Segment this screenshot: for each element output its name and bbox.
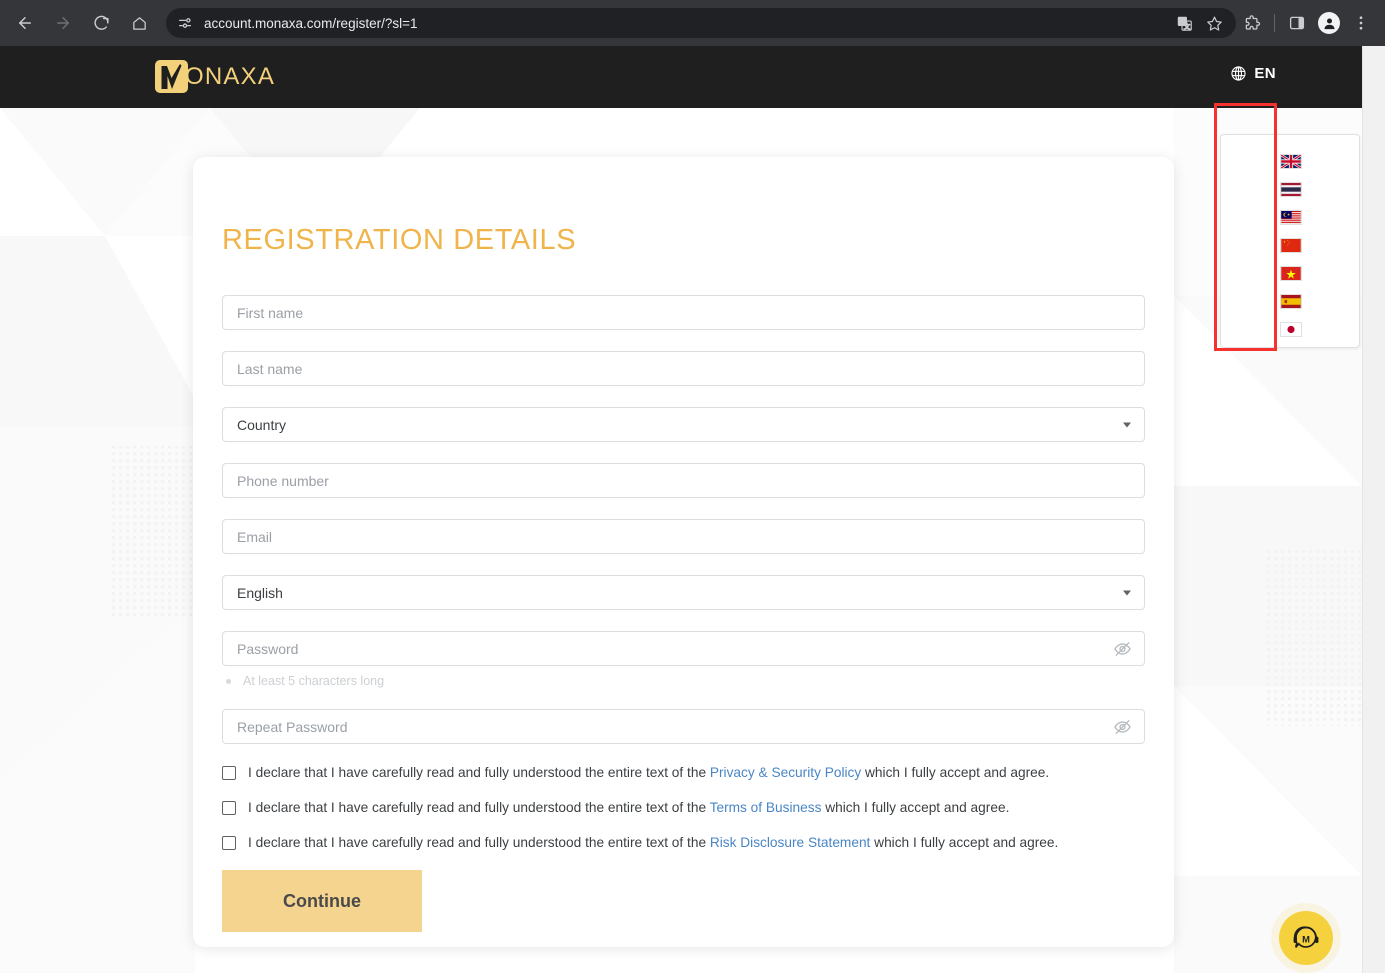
first-name-placeholder: First name (237, 304, 304, 321)
logo-text: ONAXA (185, 63, 276, 90)
logo-mark-icon (155, 60, 188, 93)
flag-thailand-icon (1280, 181, 1302, 197)
declaration-row-risk[interactable]: I declare that I have carefully read and… (222, 835, 1145, 851)
declaration-text-terms: I declare that I have carefully read and… (248, 800, 1009, 816)
declaration-row-privacy[interactable]: I declare that I have carefully read and… (222, 765, 1145, 781)
language-option-malay[interactable] (1221, 203, 1361, 231)
terms-of-business-link[interactable]: Terms of Business (710, 800, 822, 815)
page-scrollbar[interactable] (1362, 46, 1385, 973)
registration-form: First name Last name Country Phone numbe… (222, 295, 1145, 932)
declaration-row-terms[interactable]: I declare that I have carefully read and… (222, 800, 1145, 816)
declaration-text-risk: I declare that I have carefully read and… (248, 835, 1058, 851)
declaration-prefix: I declare that I have carefully read and… (248, 765, 710, 780)
three-dot-menu-icon[interactable] (1345, 7, 1377, 39)
first-name-field[interactable]: First name (222, 295, 1145, 330)
registration-card: REGISTRATION DETAILS First name Last nam… (193, 157, 1174, 947)
checkbox-terms-of-business[interactable] (222, 801, 236, 815)
profile-avatar[interactable] (1313, 7, 1345, 39)
country-select-value: Country (237, 416, 287, 433)
language-select-value: English (237, 584, 283, 601)
declaration-prefix: I declare that I have carefully read and… (248, 800, 710, 815)
repeat-password-field[interactable]: Repeat Password (222, 709, 1145, 744)
declaration-prefix: I declare that I have carefully read and… (248, 835, 710, 850)
country-select[interactable]: Country (222, 407, 1145, 442)
password-placeholder: Password (237, 640, 299, 657)
phone-number-field[interactable]: Phone number (222, 463, 1145, 498)
chevron-down-icon (1123, 422, 1131, 427)
privacy-policy-link[interactable]: Privacy & Security Policy (710, 765, 861, 780)
page-title: REGISTRATION DETAILS (222, 224, 577, 256)
language-select[interactable]: English (222, 575, 1145, 610)
site-header: ONAXA EN (0, 46, 1362, 108)
svg-text:文: 文 (1183, 21, 1190, 30)
bullet-icon (226, 678, 231, 684)
language-option-spanish[interactable] (1221, 287, 1361, 315)
language-option-japanese[interactable] (1221, 315, 1361, 343)
language-switcher[interactable]: EN (1230, 65, 1276, 82)
chevron-down-icon (1123, 590, 1131, 595)
flag-united-kingdom-icon (1280, 153, 1302, 169)
home-button[interactable] (124, 8, 154, 38)
flag-vietnam-icon (1280, 265, 1302, 281)
email-placeholder: Email (237, 528, 273, 545)
flag-spain-icon (1280, 293, 1302, 309)
support-chat-widget[interactable]: M (1279, 911, 1333, 965)
url-text: account.monaxa.com/register/?sl=1 (204, 15, 418, 31)
flag-malaysia-icon (1280, 209, 1302, 225)
last-name-placeholder: Last name (237, 360, 303, 377)
repeat-password-placeholder: Repeat Password (237, 718, 348, 735)
language-option-english[interactable] (1221, 147, 1361, 175)
language-option-list (1221, 135, 1361, 349)
eye-off-icon[interactable] (1113, 717, 1132, 736)
reload-button[interactable] (86, 8, 116, 38)
avatar-icon (1318, 12, 1340, 34)
site-settings-icon[interactable] (174, 12, 196, 34)
translate-icon[interactable]: G 文 (1170, 9, 1198, 37)
svg-text:M: M (1302, 934, 1310, 944)
page-content: ONAXA EN REGISTRATION DETAILS First name… (0, 46, 1362, 973)
checkbox-risk-disclosure[interactable] (222, 836, 236, 850)
headset-chat-icon: M (1293, 926, 1319, 948)
email-field[interactable]: Email (222, 519, 1145, 554)
declaration-suffix: which I fully accept and agree. (861, 765, 1050, 780)
flag-china-icon (1280, 237, 1302, 253)
password-hint: At least 5 characters long (222, 673, 1145, 689)
checkbox-privacy-policy[interactable] (222, 766, 236, 780)
extensions-icon[interactable] (1236, 7, 1268, 39)
bookmark-star-icon[interactable] (1200, 9, 1228, 37)
page-viewport: ONAXA EN REGISTRATION DETAILS First name… (0, 46, 1385, 973)
language-option-chinese[interactable] (1221, 231, 1361, 259)
forward-button[interactable] (48, 8, 78, 38)
flag-japan-icon (1280, 321, 1302, 337)
language-option-thai[interactable] (1221, 175, 1361, 203)
scrollbar-thumb[interactable] (1367, 46, 1381, 346)
declaration-suffix: which I fully accept and agree. (870, 835, 1059, 850)
language-code-label: EN (1254, 65, 1276, 82)
phone-number-placeholder: Phone number (237, 472, 329, 489)
browser-toolbar: account.monaxa.com/register/?sl=1 G 文 (0, 0, 1385, 46)
continue-button[interactable]: Continue (222, 870, 422, 932)
globe-icon (1230, 65, 1247, 82)
side-panel-icon[interactable] (1281, 7, 1313, 39)
declaration-suffix: which I fully accept and agree. (821, 800, 1010, 815)
password-field[interactable]: Password (222, 631, 1145, 666)
toolbar-divider (1274, 14, 1275, 32)
browser-actions (1236, 7, 1385, 39)
language-option-vietnamese[interactable] (1221, 259, 1361, 287)
brand-logo[interactable]: ONAXA (155, 60, 275, 93)
password-hint-text: At least 5 characters long (243, 674, 385, 688)
eye-off-icon[interactable] (1113, 639, 1132, 658)
address-bar[interactable]: account.monaxa.com/register/?sl=1 G 文 (166, 8, 1236, 38)
risk-disclosure-link[interactable]: Risk Disclosure Statement (710, 835, 871, 850)
declaration-text-privacy: I declare that I have carefully read and… (248, 765, 1049, 781)
language-dropdown-panel[interactable] (1220, 134, 1360, 348)
back-button[interactable] (10, 8, 40, 38)
last-name-field[interactable]: Last name (222, 351, 1145, 386)
